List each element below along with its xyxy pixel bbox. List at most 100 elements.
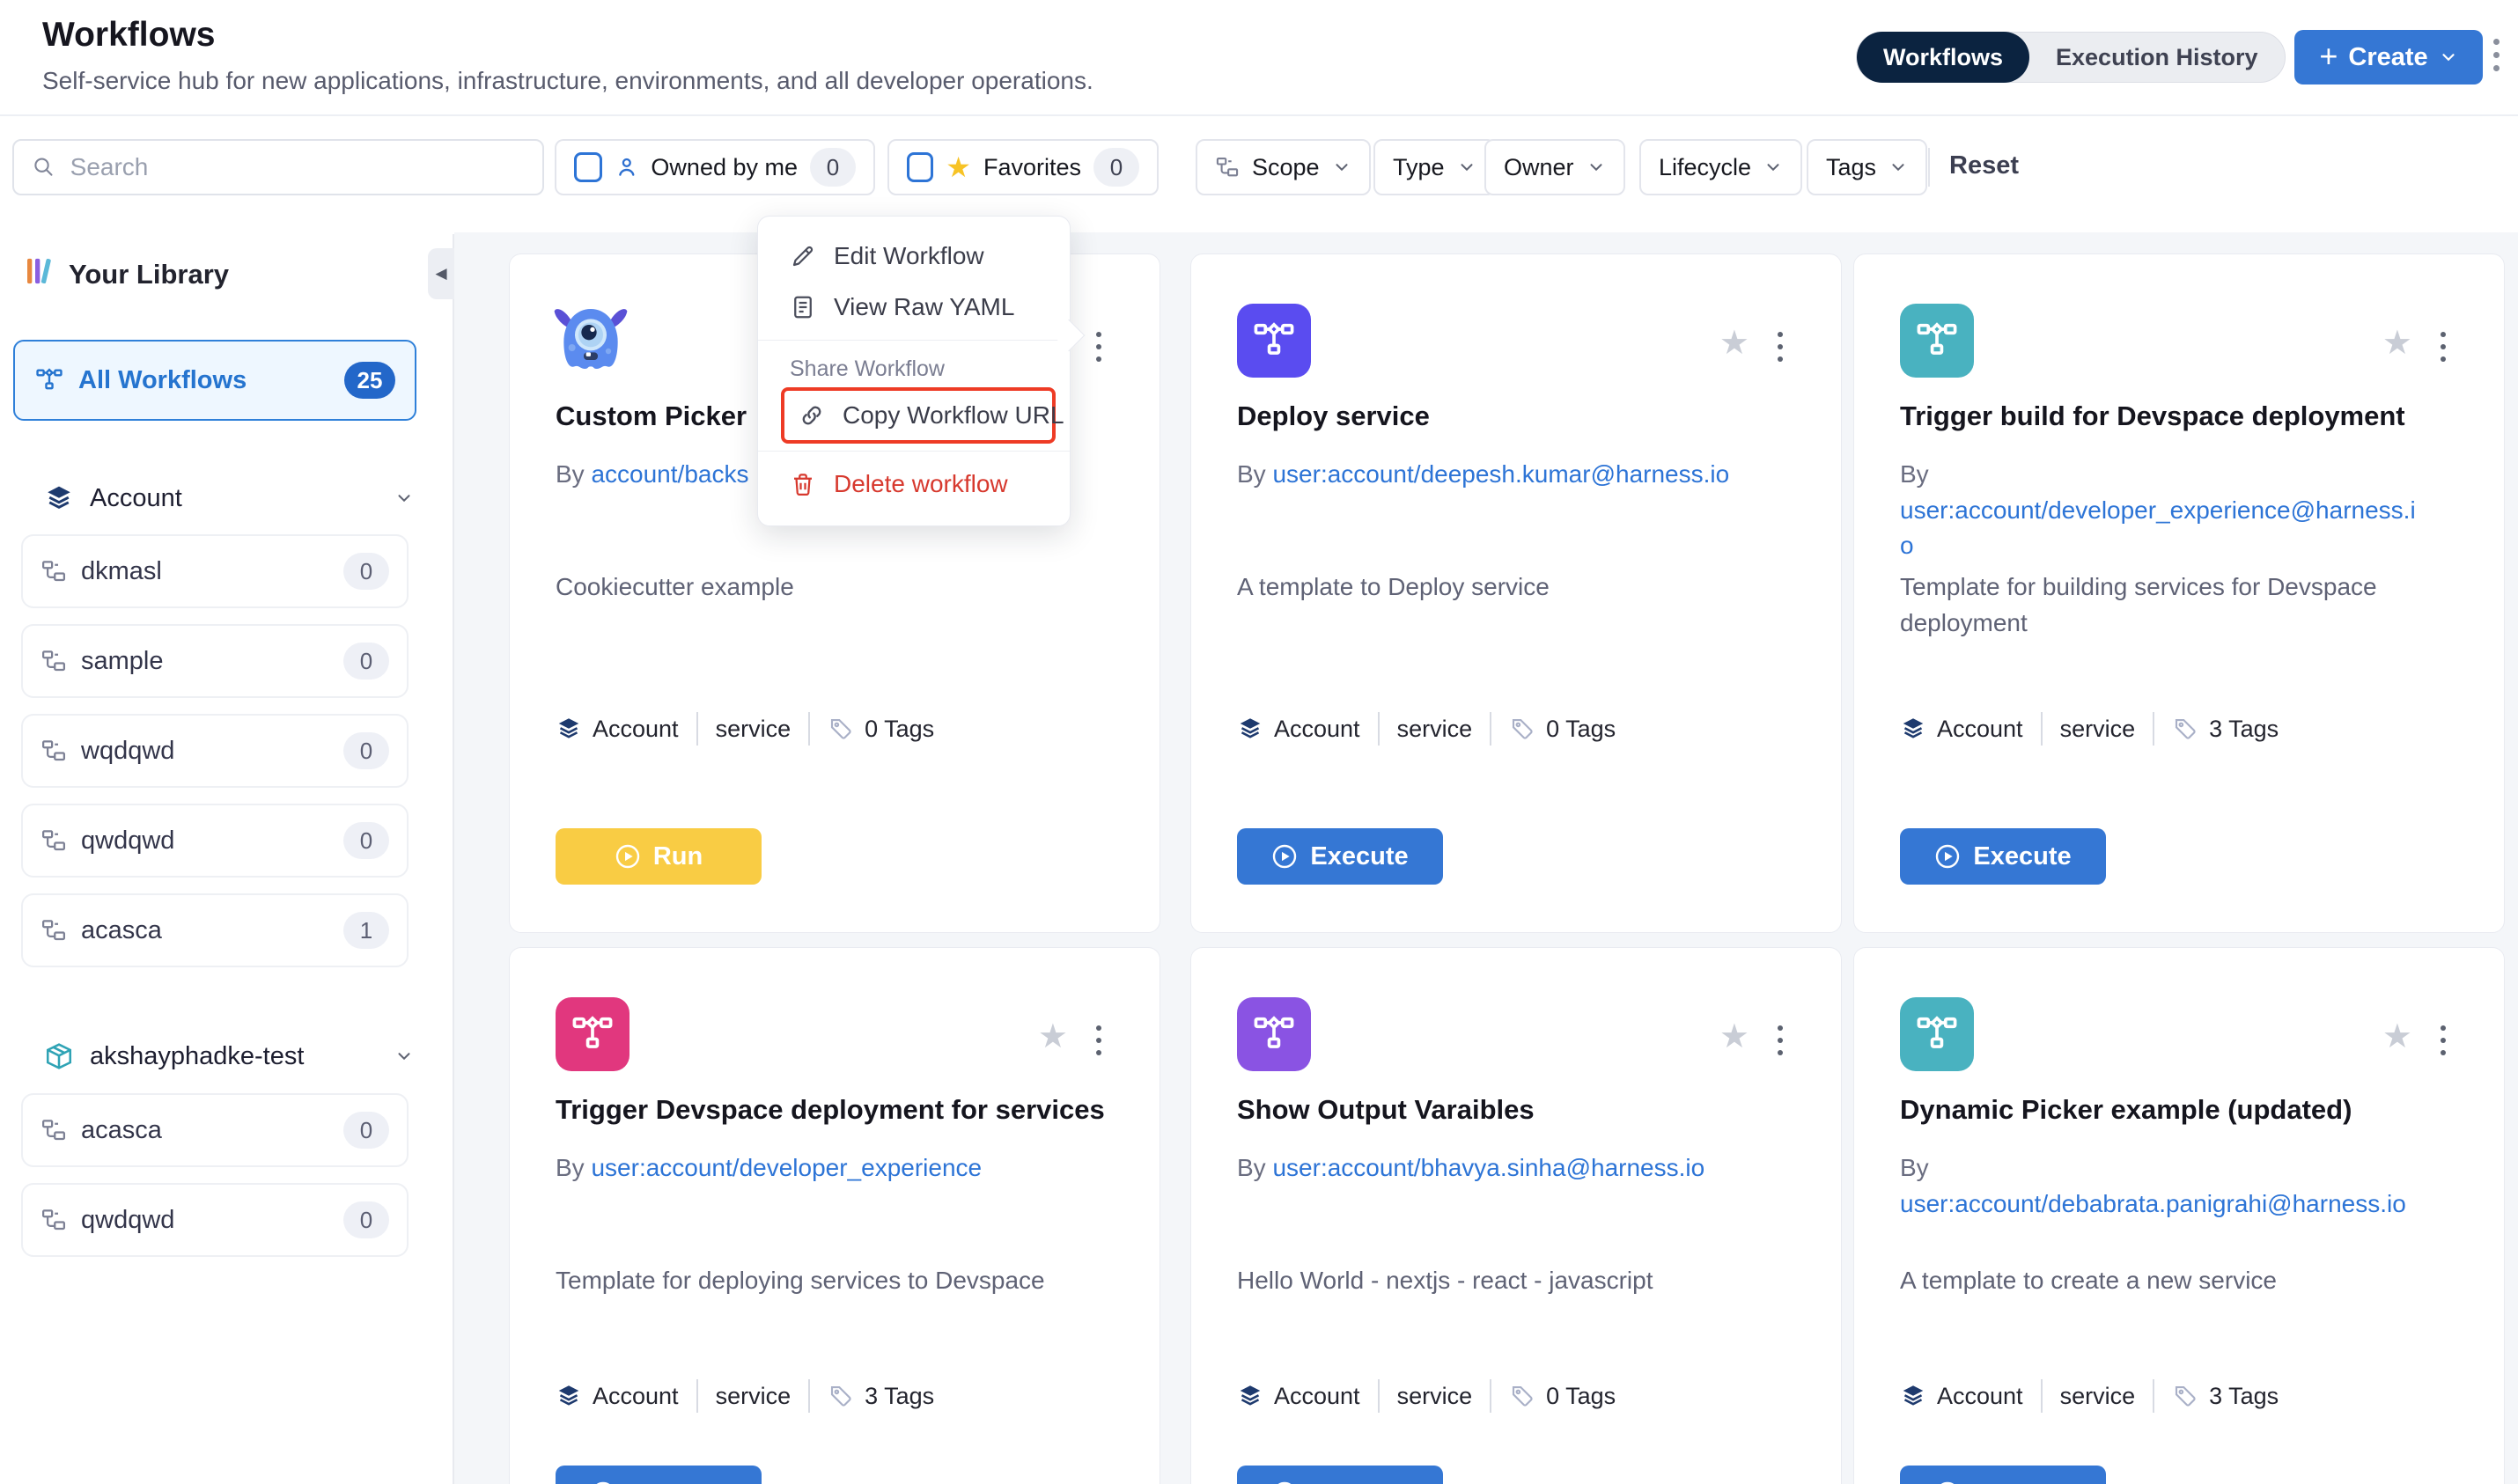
- scope-value: Account: [593, 1383, 679, 1410]
- author-link[interactable]: account/backs: [591, 460, 748, 488]
- menu-item-view-raw-yaml[interactable]: View Raw YAML: [758, 282, 1070, 333]
- sidebar-item-dkmasl[interactable]: dkmasl 0: [21, 534, 409, 608]
- card-description: Template for deploying services to Devsp…: [556, 1263, 1101, 1299]
- execute-button[interactable]: Execute: [1900, 1466, 2106, 1484]
- play-icon: [1934, 1480, 1961, 1484]
- owned-by-me-filter[interactable]: Owned by me 0: [555, 139, 875, 195]
- tab-execution-history[interactable]: Execution History: [2029, 32, 2285, 83]
- workflow-context-menu: Edit Workflow View Raw YAML Share Workfl…: [757, 216, 1071, 526]
- create-button[interactable]: + Create: [2294, 30, 2483, 84]
- favorite-star-icon[interactable]: ★: [1719, 1020, 1749, 1054]
- favorite-star-icon[interactable]: ★: [1038, 1020, 1068, 1054]
- tab-workflows[interactable]: Workflows: [1857, 32, 2029, 83]
- author-link[interactable]: user:account/bhavya.sinha@harness.io: [1272, 1154, 1704, 1181]
- sidebar-section-account[interactable]: Account: [44, 479, 414, 518]
- favorites-checkbox[interactable]: [907, 152, 933, 182]
- workflow-card-dynamic-picker[interactable]: ★ Dynamic Picker example (updated) By us…: [1853, 947, 2505, 1484]
- by-label: By: [1900, 1154, 1929, 1181]
- library-icon: [23, 253, 58, 289]
- workflow-card-trigger-devspace[interactable]: ★ Trigger Devspace deployment for servic…: [509, 947, 1160, 1484]
- sidebar-item-label: dkmasl: [81, 557, 329, 586]
- card-menu-button[interactable]: [1778, 1025, 1783, 1055]
- workflow-tile-icon: [1237, 304, 1311, 378]
- sidebar-item-acasca[interactable]: acasca 1: [21, 893, 409, 967]
- type-value: service: [2060, 1383, 2136, 1410]
- sidebar-item-qwdqwd-2[interactable]: qwdqwd 0: [21, 1183, 409, 1257]
- tags-label: Tags: [1826, 154, 1876, 181]
- execute-button[interactable]: Execute: [556, 1466, 762, 1484]
- chevron-down-icon: [2439, 48, 2458, 67]
- card-meta: Account service 0 Tags: [1237, 712, 1616, 746]
- card-menu-button[interactable]: [1096, 332, 1101, 362]
- favorite-star-icon[interactable]: ★: [2382, 1020, 2412, 1054]
- execute-button[interactable]: Execute: [1900, 828, 2106, 885]
- tags-value: 3 Tags: [865, 1383, 934, 1410]
- sidebar-section-akshayphadke-test[interactable]: akshayphadke-test: [44, 1037, 414, 1076]
- scope-value: Account: [1937, 716, 2023, 743]
- tag-icon: [2172, 716, 2198, 742]
- sidebar-item-wqdqwd[interactable]: wqdqwd 0: [21, 714, 409, 788]
- header-divider: [0, 114, 2518, 116]
- document-icon: [790, 294, 816, 320]
- menu-section-label: Share Workflow: [758, 348, 1070, 386]
- by-label: By: [1900, 460, 1929, 488]
- sidebar-item-label: sample: [81, 647, 329, 676]
- workflow-card-show-output[interactable]: ★ Show Output Varaibles By user:account/…: [1190, 947, 1842, 1484]
- workflow-group-icon: [40, 1207, 67, 1233]
- card-menu-button[interactable]: [2441, 1025, 2446, 1055]
- play-icon: [1934, 843, 1961, 870]
- menu-item-delete-workflow[interactable]: Delete workflow: [758, 459, 1070, 510]
- page-options-button[interactable]: [2493, 39, 2500, 71]
- author-link[interactable]: user:account/deepesh.kumar@harness.io: [1272, 460, 1729, 488]
- favorite-star-icon[interactable]: ★: [2382, 327, 2412, 360]
- menu-item-edit-workflow[interactable]: Edit Workflow: [758, 231, 1070, 282]
- execute-button-label: Execute: [1973, 842, 2071, 871]
- trash-icon: [790, 471, 816, 497]
- menu-item-copy-workflow-url[interactable]: Copy Workflow URL: [784, 391, 1052, 440]
- owned-by-me-checkbox[interactable]: [574, 152, 602, 182]
- reset-button[interactable]: Reset: [1949, 151, 2019, 180]
- author-link[interactable]: user:account/debabrata.panigrahi@harness…: [1900, 1190, 2406, 1217]
- execute-button[interactable]: Execute: [1237, 1466, 1443, 1484]
- monster-icon: [549, 295, 633, 379]
- tag-icon: [828, 716, 854, 742]
- sidebar-item-all-workflows[interactable]: All Workflows 25: [13, 340, 416, 421]
- scope-label: Scope: [1252, 154, 1320, 181]
- layers-icon: [556, 1383, 582, 1409]
- card-author: By user:account/bhavya.sinha@harness.io: [1237, 1150, 1783, 1186]
- sidebar-item-qwdqwd[interactable]: qwdqwd 0: [21, 804, 409, 878]
- author-link[interactable]: user:account/developer_experience@harnes…: [1900, 496, 2416, 560]
- run-button[interactable]: Run: [556, 828, 762, 885]
- owned-by-me-count: 0: [810, 148, 856, 187]
- all-workflows-label: All Workflows: [78, 366, 330, 395]
- execute-button[interactable]: Execute: [1237, 828, 1443, 885]
- layers-icon: [44, 483, 74, 513]
- sidebar-title: Your Library: [69, 259, 229, 290]
- by-label: By: [1237, 460, 1266, 488]
- owner-dropdown[interactable]: Owner: [1484, 139, 1625, 195]
- author-link[interactable]: user:account/developer_experience: [591, 1154, 982, 1181]
- type-dropdown[interactable]: Type: [1373, 139, 1496, 195]
- card-title: Trigger Devspace deployment for services: [556, 1094, 1119, 1126]
- card-meta: Account service 0 Tags: [1237, 1379, 1616, 1413]
- chevron-down-icon: [1457, 158, 1476, 177]
- card-menu-button[interactable]: [2441, 332, 2446, 362]
- favorites-filter[interactable]: ★ Favorites 0: [887, 139, 1159, 195]
- workflow-card-trigger-build[interactable]: ★ Trigger build for Devspace deployment …: [1853, 253, 2505, 933]
- card-menu-button[interactable]: [1778, 332, 1783, 362]
- favorite-star-icon[interactable]: ★: [1719, 327, 1749, 360]
- card-menu-button[interactable]: [1096, 1025, 1101, 1055]
- sidebar-item-acasca-2[interactable]: acasca 0: [21, 1093, 409, 1167]
- search-input[interactable]: [70, 153, 525, 181]
- lifecycle-dropdown[interactable]: Lifecycle: [1639, 139, 1802, 195]
- type-value: service: [716, 716, 791, 743]
- scope-dropdown[interactable]: Scope: [1196, 139, 1371, 195]
- tags-dropdown[interactable]: Tags: [1807, 139, 1927, 195]
- card-description: A template to create a new service: [1900, 1263, 2446, 1299]
- workflows-page: Workflows Self-service hub for new appli…: [0, 0, 2518, 1484]
- sidebar-collapse-button[interactable]: ◀: [428, 248, 454, 299]
- workflow-card-deploy-service[interactable]: ★ Deploy service By user:account/deepesh…: [1190, 253, 1842, 933]
- sidebar-item-sample[interactable]: sample 0: [21, 624, 409, 698]
- sidebar-item-label: wqdqwd: [81, 737, 329, 766]
- count-badge: 0: [343, 732, 389, 769]
